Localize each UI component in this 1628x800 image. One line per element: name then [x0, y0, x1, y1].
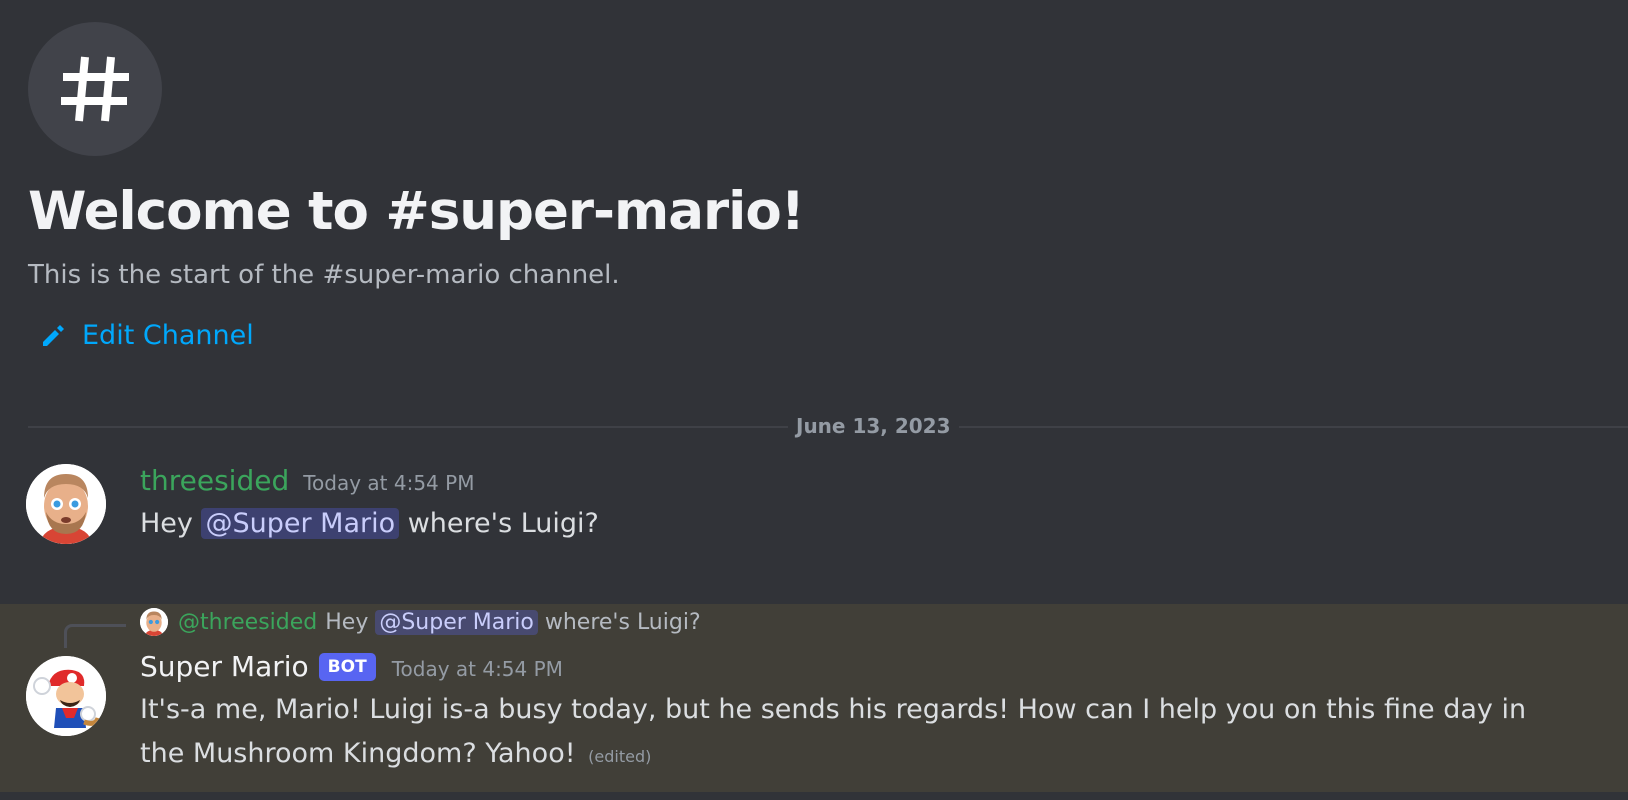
- channel-welcome: Welcome to #super-mario! This is the sta…: [28, 22, 1588, 351]
- message-text: It's-a me, Mario! Luigi is-a busy today,…: [140, 694, 1527, 769]
- edit-channel-label: Edit Channel: [82, 320, 254, 351]
- message-text: where's Luigi?: [399, 508, 599, 539]
- reply-avatar: [140, 608, 168, 636]
- timestamp: Today at 4:54 PM: [391, 657, 563, 681]
- bottom-strip: [0, 792, 1628, 800]
- reply-preview[interactable]: Hey @Super Mario where's Luigi?: [325, 609, 701, 635]
- chat-view: Welcome to #super-mario! This is the sta…: [0, 0, 1628, 800]
- user-mention[interactable]: @Super Mario: [375, 609, 538, 635]
- edit-channel-button[interactable]: Edit Channel: [40, 320, 254, 351]
- memoji-avatar[interactable]: [26, 464, 106, 544]
- date-label: June 13, 2023: [788, 411, 959, 441]
- timestamp: Today at 4:54 PM: [303, 471, 475, 495]
- reply-spine: [64, 624, 126, 648]
- message-content: It's-a me, Mario! Luigi is-a busy today,…: [140, 688, 1568, 779]
- reply-username[interactable]: @threesided: [178, 610, 317, 635]
- reply-text: where's Luigi?: [537, 609, 701, 635]
- page-title: Welcome to #super-mario!: [28, 181, 805, 242]
- mario-avatar[interactable]: [26, 656, 106, 736]
- pencil-icon: [40, 323, 66, 349]
- bot-badge: BOT: [318, 652, 376, 681]
- username[interactable]: threesided: [140, 464, 289, 497]
- date-divider: June 13, 2023: [28, 411, 1628, 441]
- edited-indicator: (edited): [588, 747, 652, 766]
- message-content: Hey @Super Mario where's Luigi?: [140, 502, 1568, 546]
- hash-icon: [28, 22, 162, 156]
- user-mention[interactable]: @Super Mario: [201, 508, 400, 539]
- message-header: threesided Today at 4:54 PM: [140, 464, 474, 497]
- message-highlighted[interactable]: @threesided Hey @Super Mario where's Lui…: [0, 604, 1628, 792]
- username[interactable]: Super Mario: [140, 650, 309, 683]
- reply-reference[interactable]: @threesided Hey @Super Mario where's Lui…: [140, 604, 701, 640]
- reply-text: Hey: [325, 609, 376, 635]
- message-header: Super Mario BOT Today at 4:54 PM: [140, 650, 563, 683]
- message-text: Hey: [140, 508, 202, 539]
- channel-description: This is the start of the #super-mario ch…: [28, 260, 620, 290]
- message[interactable]: threesided Today at 4:54 PM Hey @Super M…: [0, 462, 1628, 582]
